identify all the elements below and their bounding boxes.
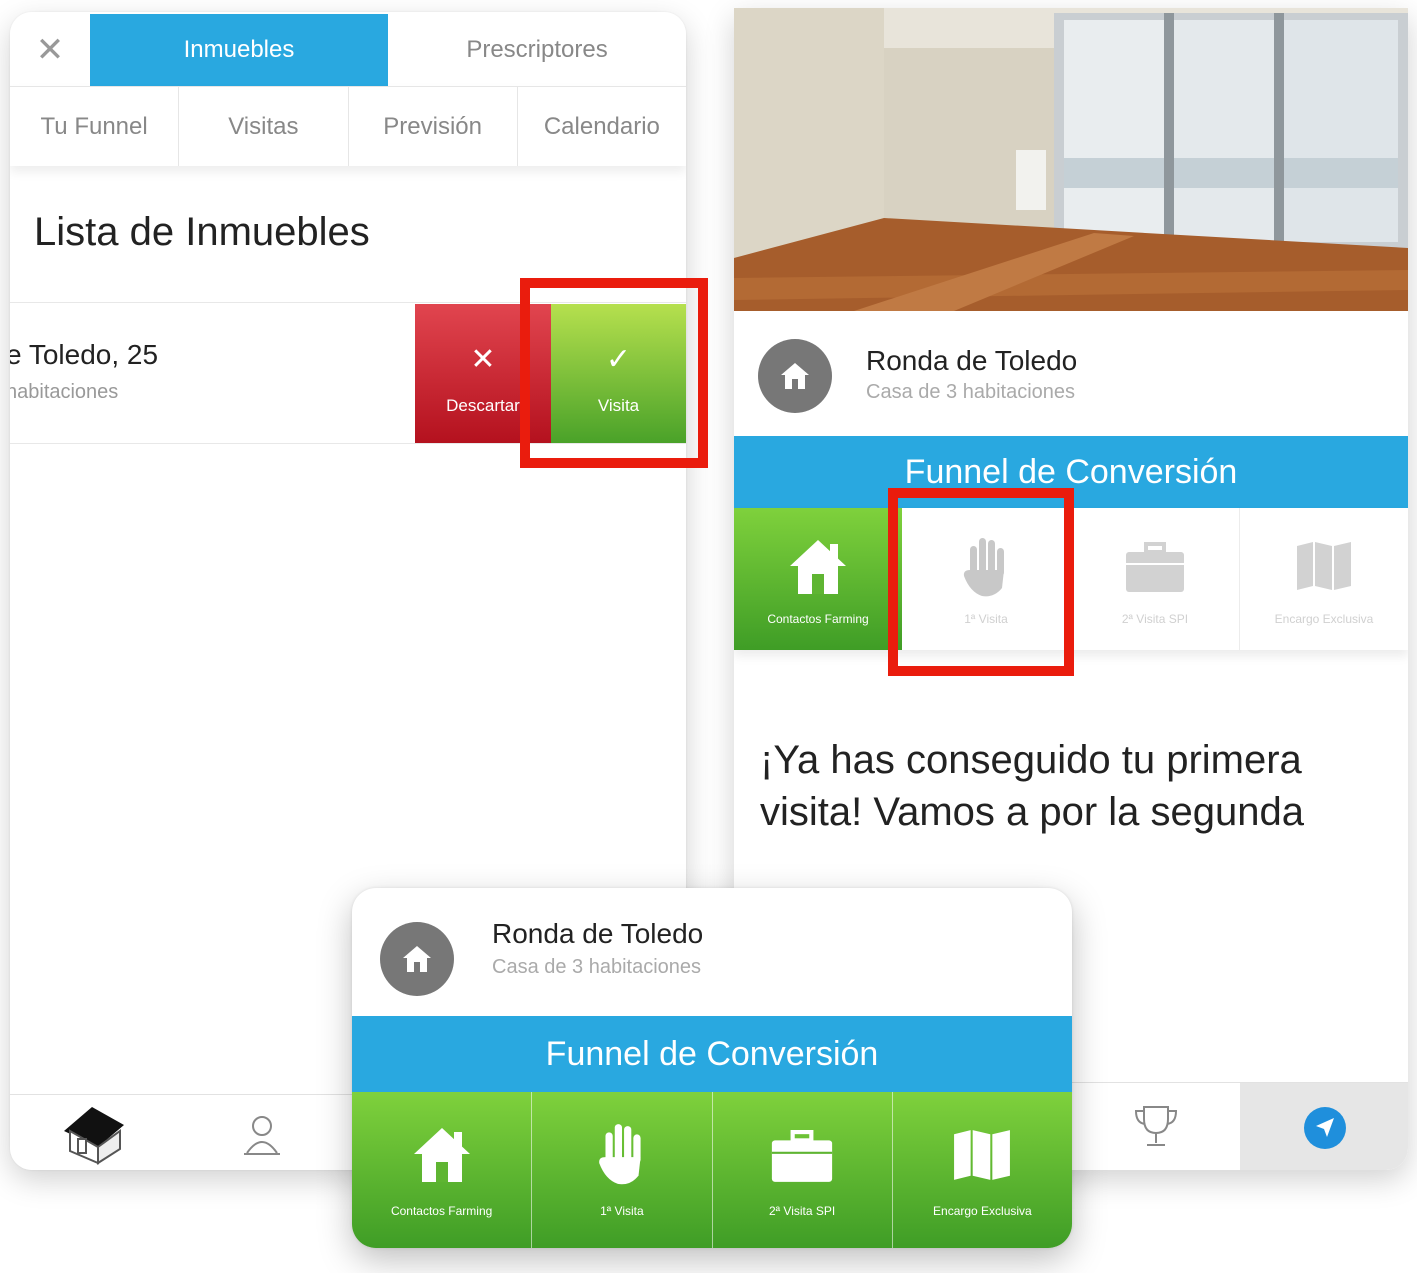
step-label: 2ª Visita SPI bbox=[768, 1204, 836, 1218]
tab-prevision[interactable]: Previsión bbox=[349, 87, 518, 166]
step-label: 2ª Visita SPI bbox=[1121, 612, 1189, 626]
highlight-primera-visita-step bbox=[888, 488, 1074, 676]
step-label: Encargo Exclusiva bbox=[1274, 612, 1374, 626]
funnel-overlay-card: Ronda de Toledo Casa de 3 habitaciones F… bbox=[352, 888, 1072, 1248]
page-title: Lista de Inmuebles bbox=[34, 210, 370, 254]
property-subtitle: Casa de 3 habitaciones bbox=[866, 381, 1076, 403]
house-avatar-icon bbox=[380, 922, 454, 996]
house-avatar-icon bbox=[758, 339, 832, 413]
briefcase-icon bbox=[1071, 542, 1239, 594]
sub-tab-bar: Tu Funnel Visitas Previsión Calendario bbox=[10, 86, 686, 166]
funnel-step-primera-visita[interactable]: 1ª Visita bbox=[532, 1092, 713, 1248]
close-icon[interactable]: ✕ bbox=[30, 30, 70, 70]
step-label: Encargo Exclusiva bbox=[933, 1204, 1032, 1218]
property-subtitle: Casa de 3 habitaciones bbox=[492, 956, 702, 978]
tab-visitas[interactable]: Visitas bbox=[179, 87, 349, 166]
trophy-icon[interactable] bbox=[1132, 1103, 1180, 1156]
funnel-step-encargo-exclusiva[interactable]: Encargo Exclusiva bbox=[892, 1092, 1072, 1248]
property-address: e Toledo, 25 bbox=[10, 339, 159, 370]
tab-tu-funnel[interactable]: Tu Funnel bbox=[10, 87, 180, 166]
map-icon bbox=[893, 1128, 1072, 1182]
property-name: Ronda de Toledo bbox=[866, 345, 1078, 376]
tab-calendario[interactable]: Calendario bbox=[518, 87, 686, 166]
step-label: Contactos Farming bbox=[767, 612, 869, 626]
funnel-step-segunda-visita[interactable]: 2ª Visita SPI bbox=[1071, 508, 1240, 650]
house-icon bbox=[352, 1126, 531, 1184]
funnel-title: Funnel de Conversión bbox=[352, 1016, 1072, 1092]
house-icon bbox=[734, 538, 902, 596]
navigation-icon[interactable] bbox=[1302, 1105, 1348, 1156]
hand-icon bbox=[532, 1122, 711, 1186]
congrats-message: ¡Ya has conseguido tu primera visita! Va… bbox=[760, 738, 1305, 834]
property-header: Ronda de Toledo Casa de 3 habitaciones bbox=[734, 311, 1408, 436]
tab-prescriptores[interactable]: Prescriptores bbox=[388, 14, 686, 86]
property-photo bbox=[734, 8, 1408, 311]
briefcase-icon bbox=[713, 1130, 892, 1184]
funnel-step-encargo-exclusiva[interactable]: Encargo Exclusiva bbox=[1240, 508, 1408, 650]
house-icon[interactable] bbox=[60, 1101, 128, 1170]
tab-inmuebles[interactable]: Inmuebles bbox=[90, 14, 388, 86]
funnel-step-contactos-farming[interactable]: Contactos Farming bbox=[352, 1092, 533, 1248]
property-name: Ronda de Toledo bbox=[492, 918, 704, 949]
funnel-step-segunda-visita[interactable]: 2ª Visita SPI bbox=[712, 1092, 893, 1248]
step-label: 1ª Visita bbox=[600, 1204, 644, 1218]
property-rooms: habitaciones bbox=[10, 381, 119, 403]
map-icon bbox=[1240, 540, 1408, 592]
top-tab-bar: ✕ Inmuebles Prescriptores bbox=[10, 12, 686, 86]
funnel-step-contactos-farming[interactable]: Contactos Farming bbox=[734, 508, 902, 650]
funnel-steps: Contactos Farming 1ª Visita 2ª Visita SP… bbox=[352, 1092, 1072, 1248]
highlight-visita-button bbox=[520, 278, 708, 468]
person-icon[interactable] bbox=[242, 1113, 282, 1162]
step-label: Contactos Farming bbox=[390, 1204, 493, 1218]
